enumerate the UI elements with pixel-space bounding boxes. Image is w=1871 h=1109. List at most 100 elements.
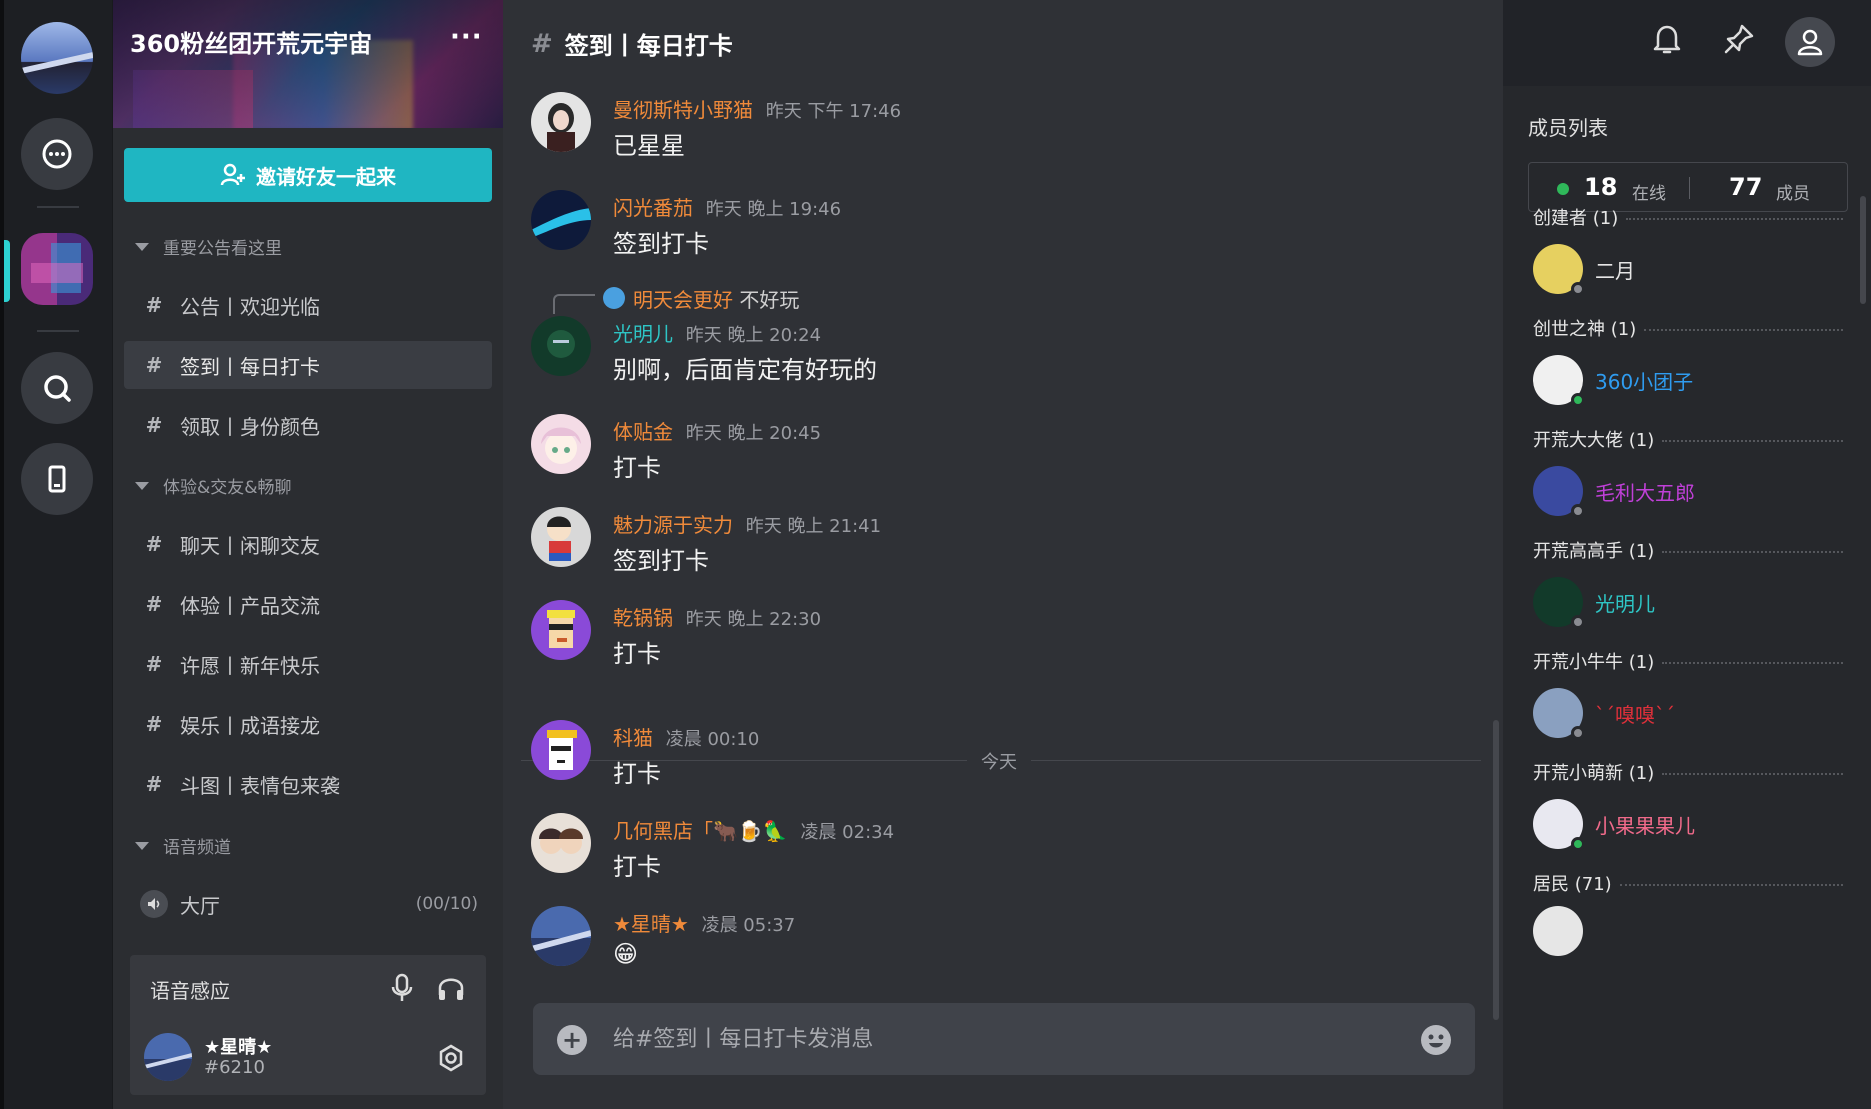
- member-name[interactable]: 二月: [1595, 255, 1635, 284]
- channel-item[interactable]: # 斗图丨表情包来袭: [124, 760, 492, 808]
- invite-friends-button[interactable]: 邀请好友一起来: [124, 148, 492, 202]
- avatar[interactable]: [531, 414, 591, 474]
- avatar[interactable]: [531, 92, 591, 152]
- add-attachment-button[interactable]: +: [557, 1025, 587, 1055]
- member-item[interactable]: `´嗅嗅`´: [1533, 688, 1675, 740]
- direct-messages-button[interactable]: [21, 118, 93, 190]
- avatar[interactable]: [1533, 577, 1585, 629]
- avatar[interactable]: [144, 1033, 192, 1081]
- role-label: 开荒小萌新 (1): [1533, 763, 1655, 784]
- message-author[interactable]: 光明儿: [613, 322, 673, 346]
- category-announcements[interactable]: 重要公告看这里: [135, 234, 282, 259]
- member-name[interactable]: 毛利大五郎: [1595, 477, 1695, 506]
- avatar[interactable]: [531, 507, 591, 567]
- avatar[interactable]: [531, 316, 591, 376]
- avatar[interactable]: [1533, 355, 1585, 407]
- message-time: 凌晨 05:37: [701, 915, 796, 936]
- category-voice[interactable]: 语音频道: [135, 833, 231, 858]
- chat-panel: # 签到丨每日打卡 曼彻斯特小野猫 昨天 下午 17:46 已星星 闪光番茄 昨天…: [503, 0, 1503, 1109]
- microphone-icon[interactable]: [388, 973, 416, 1007]
- chevron-down-icon: [135, 242, 149, 251]
- message-author[interactable]: 乾锅锅: [613, 606, 673, 630]
- status-dot-icon: [1571, 282, 1585, 296]
- member-item[interactable]: 毛利大五郎: [1533, 466, 1695, 518]
- mobile-app-button[interactable]: [21, 443, 93, 515]
- avatar[interactable]: [531, 720, 591, 780]
- member-list-toggle[interactable]: [1785, 17, 1835, 67]
- avatar[interactable]: [531, 813, 591, 873]
- message-item: 曼彻斯特小野猫 昨天 下午 17:46 已星星: [531, 92, 1471, 160]
- channel-item-selected[interactable]: # 签到丨每日打卡: [124, 341, 492, 389]
- message-author[interactable]: 魅力源于实力: [613, 513, 733, 537]
- member-name[interactable]: 360小团子: [1595, 366, 1693, 395]
- status-dot-icon: [1571, 837, 1585, 851]
- avatar[interactable]: [1533, 466, 1585, 518]
- channel-item[interactable]: # 领取丨身份颜色: [124, 401, 492, 449]
- reply-preview[interactable]: 明天会更好 不好玩: [553, 282, 799, 314]
- hash-icon: #: [145, 293, 163, 317]
- notification-bell-icon[interactable]: [1652, 22, 1682, 60]
- avatar[interactable]: [531, 190, 591, 250]
- message-text: 打卡: [613, 454, 661, 482]
- emoji-icon[interactable]: [1421, 1025, 1451, 1055]
- member-item[interactable]: 小果果果儿: [1533, 799, 1695, 851]
- hash-icon: #: [145, 413, 163, 437]
- phone-icon: [48, 465, 66, 493]
- member-name[interactable]: 小果果果儿: [1595, 810, 1695, 839]
- message-author[interactable]: 体贴金: [613, 420, 673, 444]
- user-avatar-button[interactable]: [21, 22, 93, 94]
- avatar[interactable]: [531, 906, 591, 966]
- avatar[interactable]: [1533, 688, 1585, 740]
- message-text: 别啊，后面肯定有好玩的: [613, 356, 877, 384]
- message-list[interactable]: 曼彻斯特小野猫 昨天 下午 17:46 已星星 闪光番茄 昨天 晚上 19:46…: [503, 70, 1503, 990]
- avatar[interactable]: [1533, 244, 1585, 296]
- channel-item[interactable]: # 公告丨欢迎光临: [124, 281, 492, 329]
- search-button[interactable]: [21, 352, 93, 424]
- server-menu-button[interactable]: ···: [450, 22, 483, 52]
- message-text: 打卡: [613, 760, 661, 788]
- reply-author[interactable]: 明天会更好: [633, 284, 733, 313]
- message-author[interactable]: ★星晴★: [613, 912, 689, 936]
- message-author[interactable]: 科猫: [613, 726, 653, 750]
- message-author[interactable]: 闪光番茄: [613, 196, 693, 220]
- channel-item[interactable]: # 许愿丨新年快乐: [124, 640, 492, 688]
- server-icon-360[interactable]: [21, 233, 93, 305]
- member-name[interactable]: `´嗅嗅`´: [1595, 699, 1675, 728]
- message-author[interactable]: 几何黑店「🐂🍺🦜: [613, 819, 788, 843]
- member-item[interactable]: 光明儿: [1533, 577, 1655, 629]
- settings-icon[interactable]: [436, 1043, 466, 1077]
- channel-item[interactable]: # 聊天丨闲聊交友: [124, 520, 492, 568]
- chevron-down-icon: [135, 481, 149, 490]
- member-item[interactable]: 二月: [1533, 244, 1635, 296]
- member-name[interactable]: 光明儿: [1595, 588, 1655, 617]
- message-time: 昨天 晚上 22:30: [685, 609, 822, 630]
- message-text: 打卡: [613, 640, 661, 668]
- role-label: 居民 (71): [1533, 874, 1612, 895]
- invite-label: 邀请好友一起来: [256, 164, 396, 189]
- avatar[interactable]: [1533, 799, 1585, 851]
- message-time: 凌晨 00:10: [665, 729, 760, 750]
- status-dot-icon: [1571, 615, 1585, 629]
- message-item: 几何黑店「🐂🍺🦜 凌晨 02:34 打卡: [531, 813, 1471, 881]
- message-item: 魅力源于实力 昨天 晚上 21:41 签到打卡: [531, 507, 1471, 575]
- pin-icon[interactable]: [1722, 22, 1756, 60]
- member-list-scrollbar[interactable]: [1860, 196, 1866, 304]
- message-input[interactable]: [613, 1021, 1373, 1057]
- message-text: 已星星: [613, 132, 685, 160]
- channel-item[interactable]: # 娱乐丨成语接龙: [124, 700, 492, 748]
- message-item: 乾锅锅 昨天 晚上 22:30 打卡: [531, 600, 1471, 668]
- avatar[interactable]: [1533, 906, 1583, 956]
- online-dot-icon: [1557, 183, 1569, 195]
- member-item[interactable]: 360小团子: [1533, 355, 1693, 407]
- app-window: 360粉丝团开荒元宇宙 ··· 邀请好友一起来 重要公告看这里 # 公告丨欢迎光临…: [0, 0, 1871, 1109]
- message-time: 昨天 下午 17:46: [765, 101, 902, 122]
- avatar[interactable]: [531, 600, 591, 660]
- category-social[interactable]: 体验&交友&畅聊: [135, 473, 292, 498]
- channel-item[interactable]: # 体验丨产品交流: [124, 580, 492, 628]
- server-name[interactable]: 360粉丝团开荒元宇宙: [130, 24, 372, 59]
- headphones-icon[interactable]: [436, 973, 466, 1007]
- voice-channel-item[interactable]: 大厅 (00/10): [124, 880, 492, 928]
- message-item: 体贴金 昨天 晚上 20:45 打卡: [531, 414, 1471, 482]
- chat-scrollbar[interactable]: [1493, 720, 1499, 1020]
- message-author[interactable]: 曼彻斯特小野猫: [613, 98, 753, 122]
